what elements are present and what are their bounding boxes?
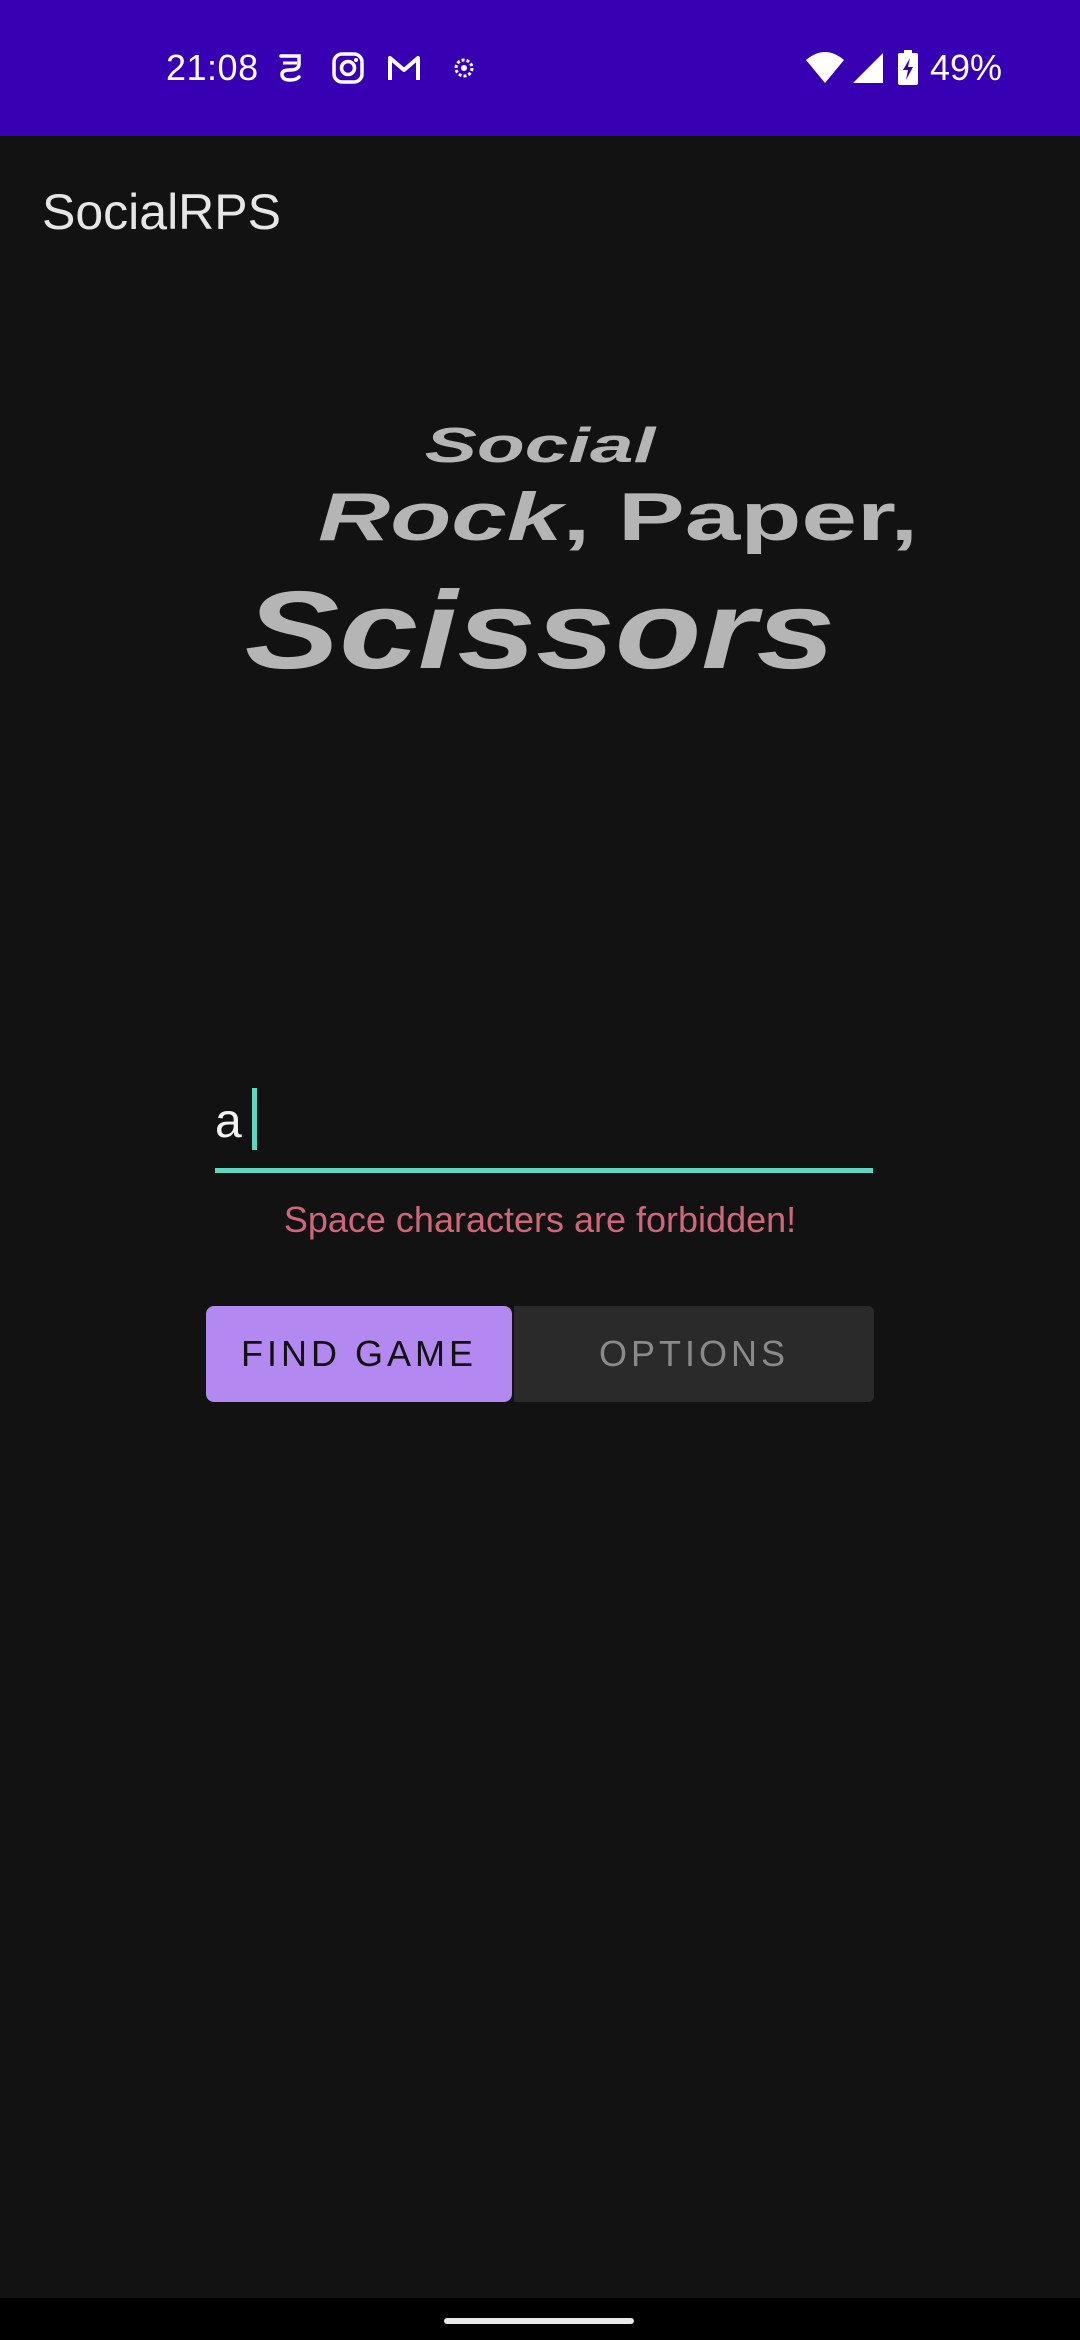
ring-icon <box>454 58 474 78</box>
status-bar: 21:08 49% <box>0 0 1080 136</box>
input-underline <box>215 1168 873 1173</box>
app-screen: 21:08 49% SocialRPS Social Rock, Paper, … <box>0 0 1080 2340</box>
logo-line-social: Social <box>425 418 658 473</box>
battery-percentage: 49% <box>930 47 1003 88</box>
wifi-icon <box>806 52 844 83</box>
status-time: 21:08 <box>166 47 259 88</box>
logo-line-rock: Rock, Paper, <box>318 480 918 556</box>
instagram-icon <box>332 52 364 84</box>
error-message: Space characters are forbidden! <box>283 1199 797 1240</box>
app-title: SocialRPS <box>42 184 281 240</box>
options-button[interactable]: OPTIONS <box>514 1306 874 1402</box>
navigation-bar <box>0 2298 1080 2340</box>
find-game-button[interactable]: FIND GAME <box>206 1306 512 1402</box>
text-cursor <box>252 1088 257 1150</box>
mask-icon <box>279 54 301 82</box>
logo-line-scissors: Scissors <box>245 568 835 691</box>
home-gesture-handle[interactable] <box>444 2318 634 2324</box>
social-rps-logo: Social Rock, Paper, Scissors <box>245 418 918 692</box>
signal-icon <box>853 53 883 83</box>
username-input-value[interactable]: a <box>215 1090 242 1154</box>
username-input[interactable]: a <box>215 1080 873 1173</box>
gmail-icon <box>388 56 420 80</box>
battery-charging-icon <box>898 50 918 85</box>
